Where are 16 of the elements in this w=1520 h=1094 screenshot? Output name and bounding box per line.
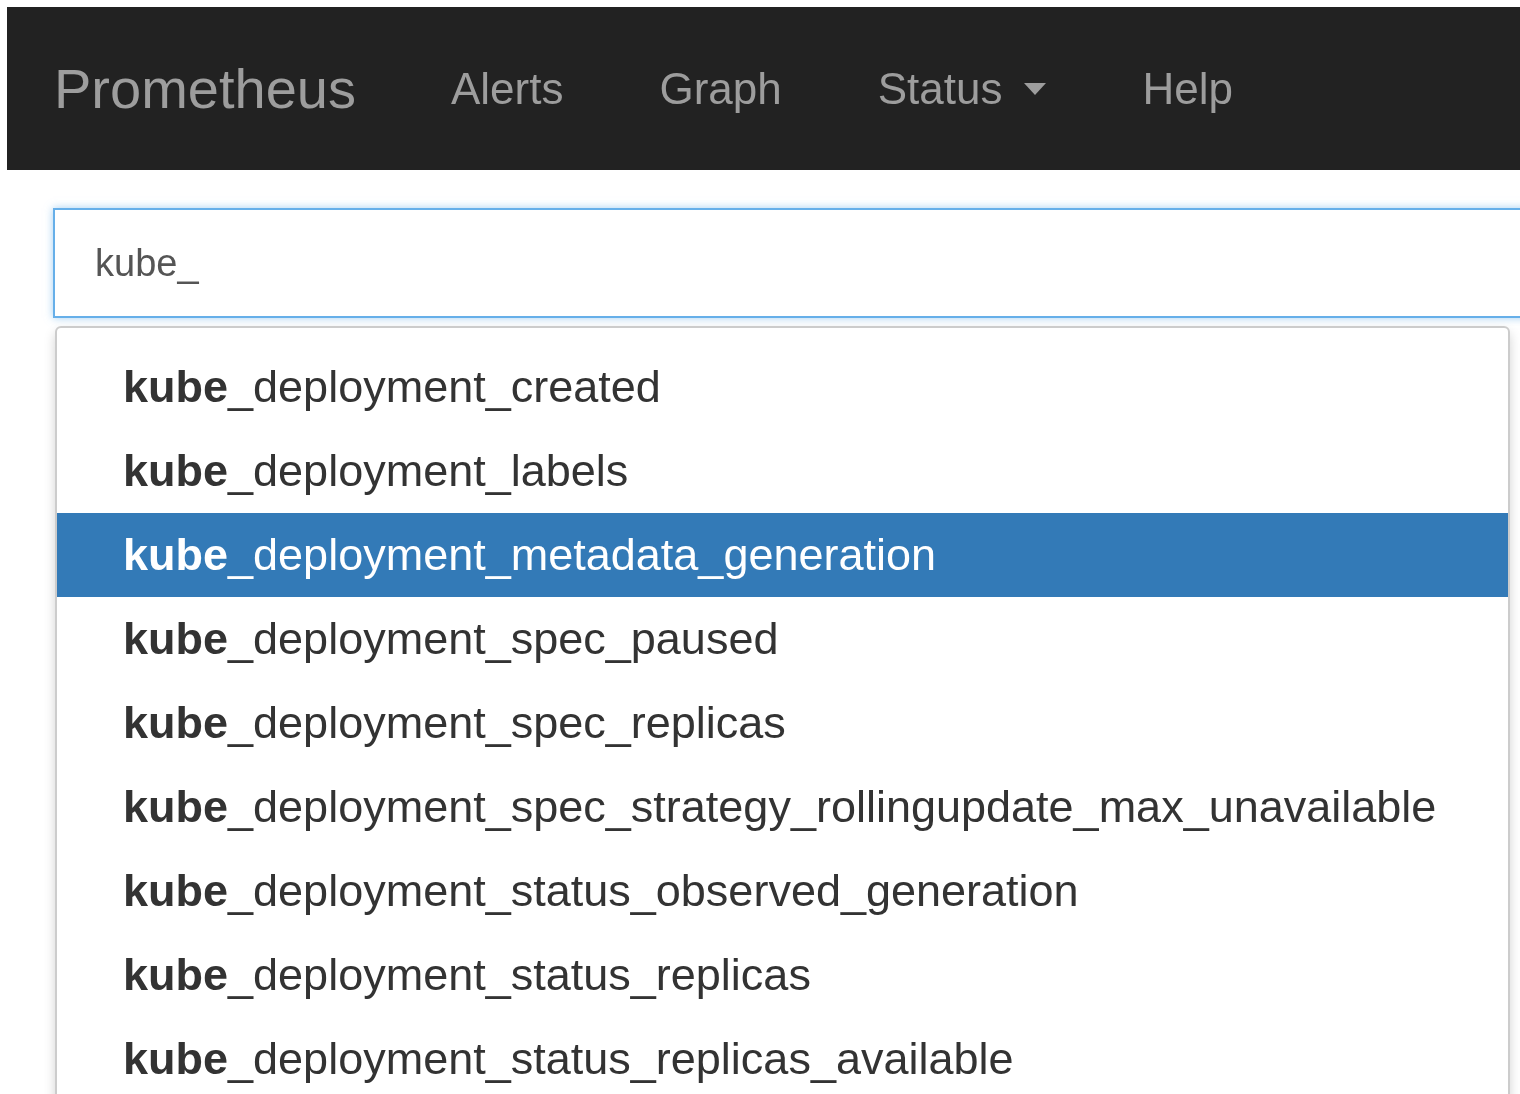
suggestion-item[interactable]: kube_deployment_spec_paused xyxy=(57,597,1508,681)
suggestion-item[interactable]: kube_deployment_created xyxy=(57,345,1508,429)
suggestion-item[interactable]: kube_deployment_spec_replicas xyxy=(57,681,1508,765)
query-input[interactable]: kube_ xyxy=(53,208,1520,318)
caret-icon xyxy=(1024,82,1047,95)
suggestion-item[interactable]: kube_deployment_status_replicas_available xyxy=(57,1017,1508,1094)
nav-link[interactable]: Alerts xyxy=(450,63,564,114)
nav-link[interactable]: Status xyxy=(877,63,1047,114)
nav-link[interactable]: Graph xyxy=(659,63,782,114)
suggestion-item[interactable]: kube_deployment_status_observed_generation xyxy=(57,849,1508,933)
nav-link[interactable]: Help xyxy=(1142,63,1233,114)
suggestion-item[interactable]: kube_deployment_metadata_generation xyxy=(57,513,1508,597)
brand-link[interactable]: Prometheus xyxy=(54,56,356,121)
suggestion-item[interactable]: kube_deployment_status_replicas xyxy=(57,933,1508,1017)
suggestion-item[interactable]: kube_deployment_spec_strategy_rollingupdate_max_unavailable xyxy=(57,765,1508,849)
suggestion-item[interactable]: kube_deployment_labels xyxy=(57,429,1508,513)
